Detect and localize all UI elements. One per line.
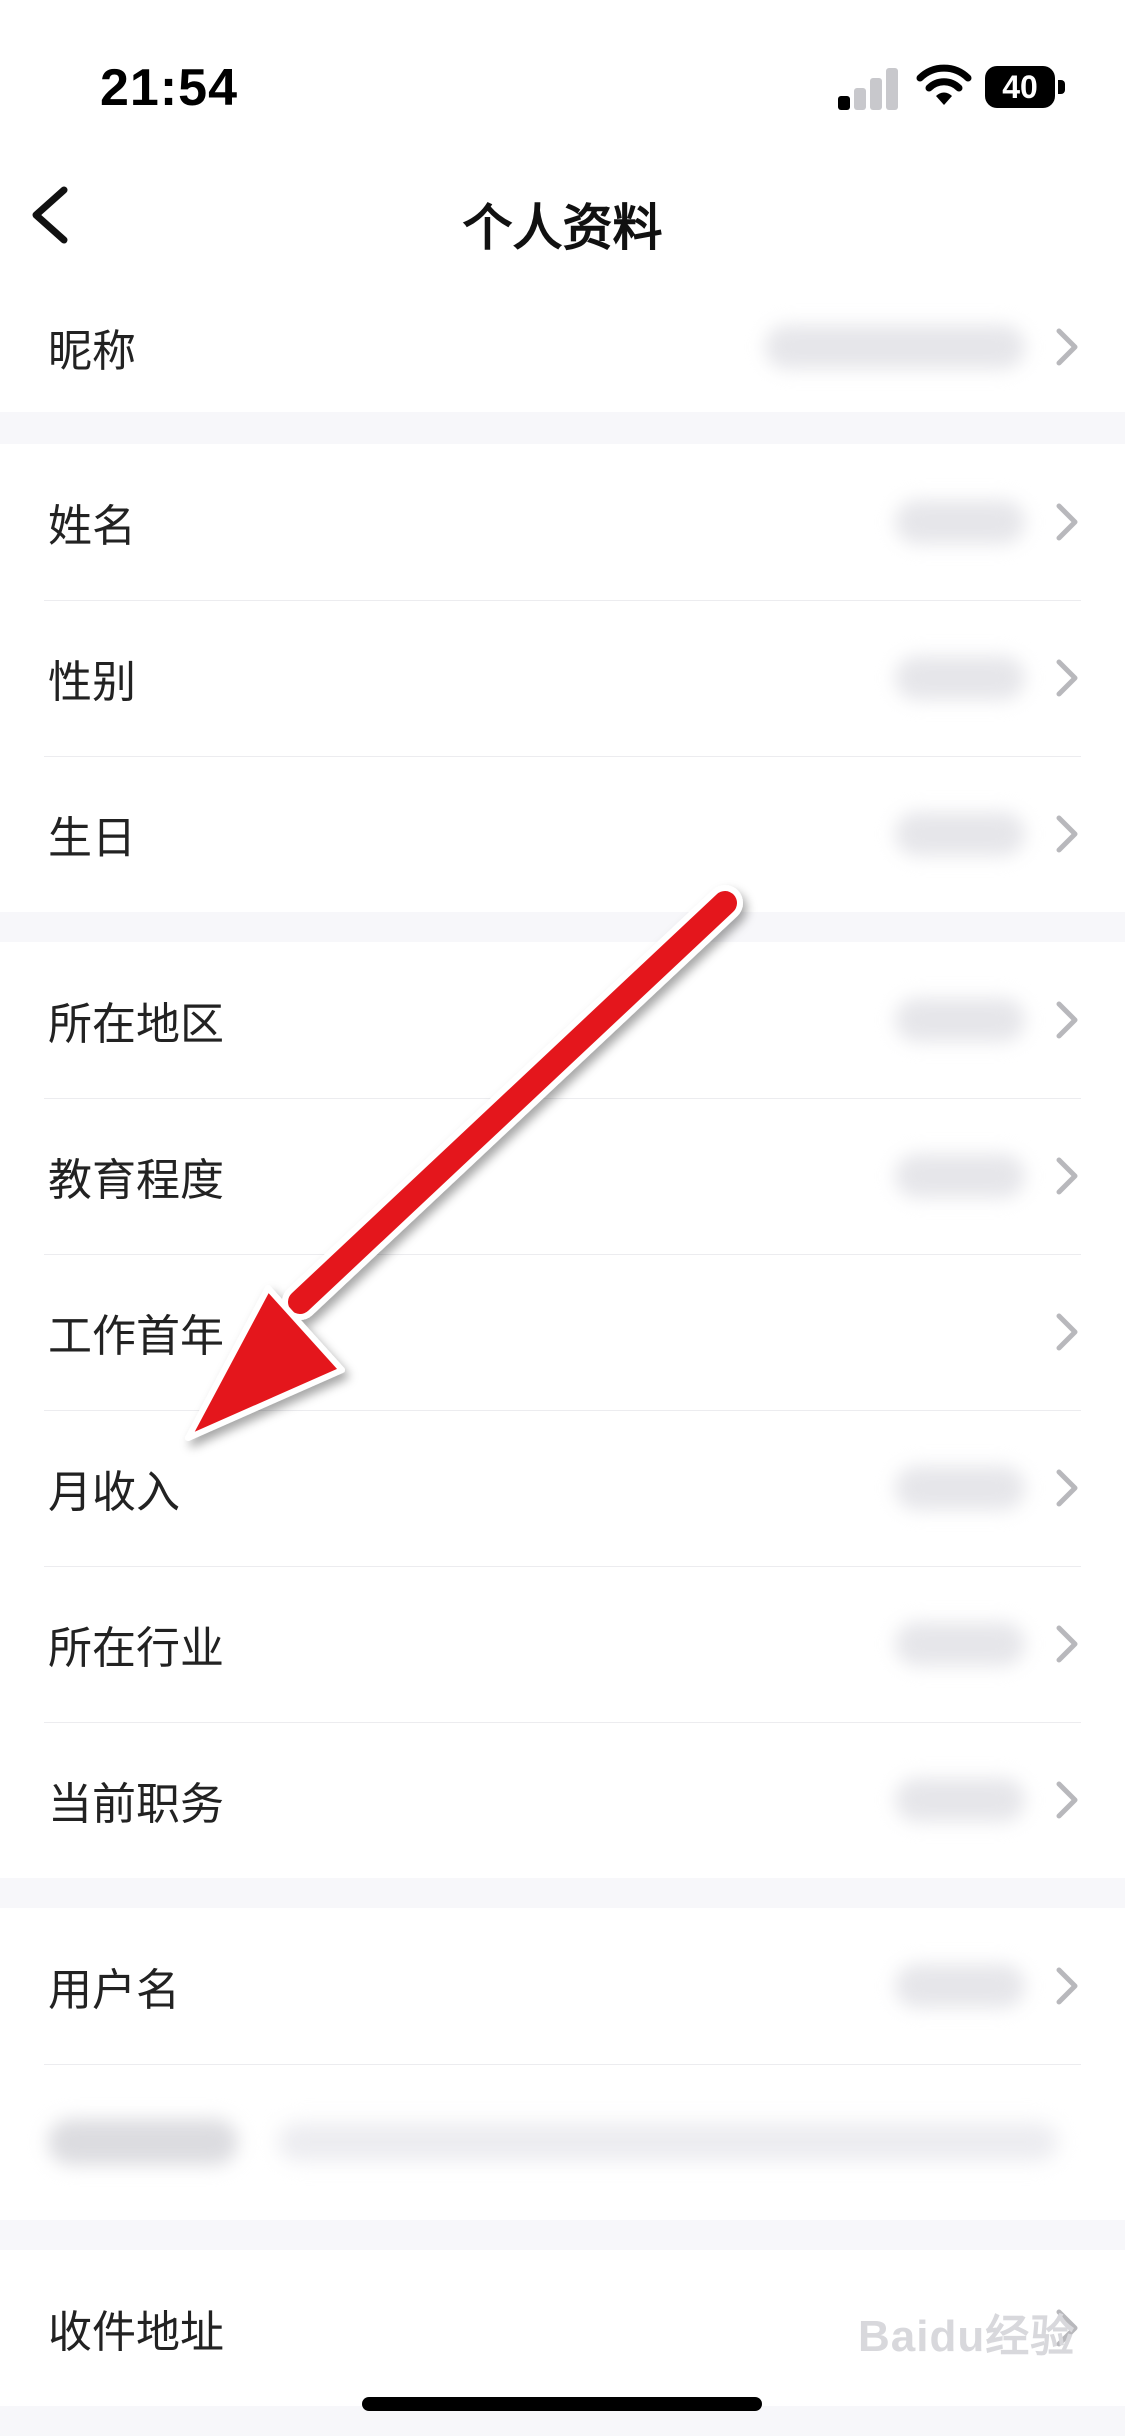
row-industry[interactable]: 所在行业 bbox=[0, 1566, 1125, 1722]
blurred-text bbox=[48, 2119, 1068, 2165]
row-label: 性别 bbox=[48, 658, 136, 707]
row-first-work-year[interactable]: 工作首年 bbox=[0, 1254, 1125, 1410]
row-label: 月收入 bbox=[48, 1468, 180, 1517]
chevron-right-icon bbox=[1056, 503, 1078, 541]
battery-icon: 40 bbox=[985, 66, 1065, 108]
navigation-bar: 个人资料 bbox=[0, 150, 1125, 282]
settings-group-basic: 昵称 bbox=[0, 282, 1125, 412]
row-monthly-income[interactable]: 月收入 bbox=[0, 1410, 1125, 1566]
row-value-blurred bbox=[895, 812, 1025, 856]
chevron-right-icon bbox=[1056, 1625, 1078, 1663]
chevron-right-icon bbox=[1056, 815, 1078, 853]
row-value-blurred bbox=[895, 1466, 1025, 1510]
row-label: 所在行业 bbox=[48, 1624, 224, 1673]
row-label: 昵称 bbox=[48, 327, 136, 376]
row-label: 用户名 bbox=[48, 1966, 180, 2015]
row-label: 教育程度 bbox=[48, 1156, 224, 1205]
row-blurred-info bbox=[0, 2064, 1125, 2220]
chevron-right-icon bbox=[1056, 328, 1078, 366]
row-education[interactable]: 教育程度 bbox=[0, 1098, 1125, 1254]
row-value-blurred bbox=[895, 1964, 1025, 2008]
row-value-blurred bbox=[895, 500, 1025, 544]
chevron-right-icon bbox=[1056, 659, 1078, 697]
baidu-watermark: Baidu经验 bbox=[858, 2312, 1076, 2361]
row-label: 收件地址 bbox=[48, 2308, 224, 2357]
wifi-icon bbox=[916, 64, 972, 105]
cellular-signal-icon bbox=[838, 66, 900, 110]
row-region[interactable]: 所在地区 bbox=[0, 942, 1125, 1098]
chevron-right-icon bbox=[1056, 1313, 1078, 1351]
home-indicator[interactable] bbox=[362, 2397, 762, 2411]
row-job-title[interactable]: 当前职务 bbox=[0, 1722, 1125, 1878]
row-birthday[interactable]: 生日 bbox=[0, 756, 1125, 912]
chevron-right-icon bbox=[1056, 1001, 1078, 1039]
row-label: 生日 bbox=[48, 814, 136, 863]
page-title: 个人资料 bbox=[462, 200, 663, 256]
chevron-right-icon bbox=[1056, 1967, 1078, 2005]
row-gender[interactable]: 性别 bbox=[0, 600, 1125, 756]
row-value-blurred bbox=[895, 656, 1025, 700]
battery-level: 40 bbox=[1002, 69, 1038, 105]
row-value-blurred bbox=[895, 998, 1025, 1042]
row-nickname[interactable]: 昵称 bbox=[0, 282, 1125, 412]
status-bar: 21:54 40 bbox=[0, 0, 1125, 150]
row-value-blurred bbox=[895, 1622, 1025, 1666]
row-value-blurred bbox=[895, 1154, 1025, 1198]
chevron-right-icon bbox=[1056, 1157, 1078, 1195]
settings-group-career: 所在地区 教育程度 工作首年 月收入 所在行业 当前职务 bbox=[0, 942, 1125, 1878]
row-value-blurred bbox=[765, 325, 1025, 369]
row-username[interactable]: 用户名 bbox=[0, 1908, 1125, 2064]
row-value-blurred bbox=[895, 1778, 1025, 1822]
row-label: 工作首年 bbox=[48, 1312, 224, 1361]
settings-group-personal: 姓名 性别 生日 bbox=[0, 444, 1125, 912]
row-label: 姓名 bbox=[48, 502, 136, 551]
row-name[interactable]: 姓名 bbox=[0, 444, 1125, 600]
status-time: 21:54 bbox=[100, 59, 238, 117]
row-label: 当前职务 bbox=[48, 1780, 224, 1829]
settings-group-account: 用户名 bbox=[0, 1908, 1125, 2220]
chevron-right-icon bbox=[1056, 1781, 1078, 1819]
chevron-right-icon bbox=[1056, 1469, 1078, 1507]
row-label: 所在地区 bbox=[48, 1000, 224, 1049]
